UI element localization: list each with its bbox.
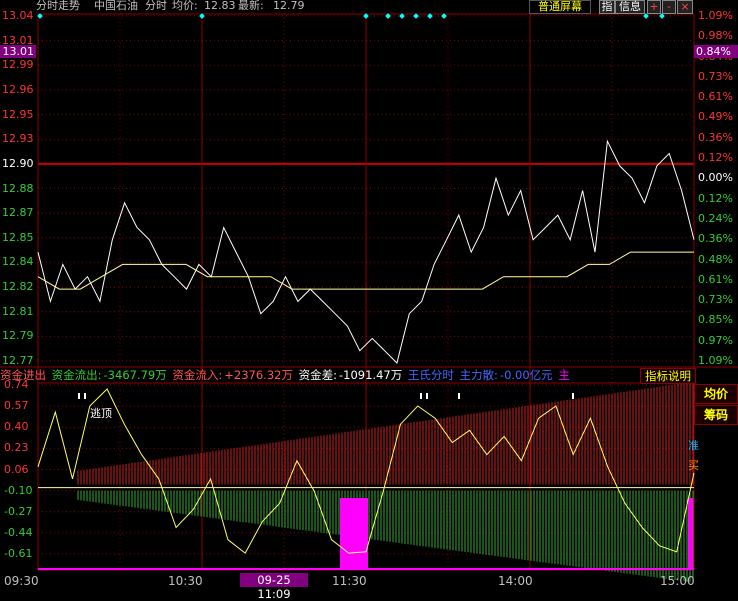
percent-tick-label: 0.61% xyxy=(698,272,733,286)
percent-tick-label: 0.97% xyxy=(698,333,733,347)
inflow-label: 资金流入: xyxy=(172,368,223,382)
indicator-tick-label: 0.06 xyxy=(4,462,29,476)
percent-tick-label: 1.09% xyxy=(698,9,733,22)
time-tick-label: 14:00 xyxy=(498,574,533,588)
indicator-tick-label: -0.10 xyxy=(4,483,33,497)
current-price-marker: 13.01 xyxy=(0,45,36,58)
price-tick-label: 12.95 xyxy=(2,107,34,121)
indicator-info-bar: 资金进出 资金流出: -3467.79万 资金流入: +2376.32万 资金差: -… xyxy=(0,368,640,382)
signal-tick-icon xyxy=(78,393,80,399)
percent-tick-label: 0.73% xyxy=(698,293,733,307)
indicator-tick-label: -0.27 xyxy=(4,504,33,518)
percent-tick-label: 0.49% xyxy=(698,110,733,124)
avg-price-label: 均价: xyxy=(172,0,198,12)
last-price-value: 12.79 xyxy=(273,0,305,12)
price-tick-label: 12.99 xyxy=(2,58,34,72)
indicator-toggle-button[interactable]: 指 xyxy=(599,0,615,14)
signal-tick-icon xyxy=(426,393,428,399)
indicator-tick-label: -0.44 xyxy=(4,525,33,539)
percent-tick-label: 0.12% xyxy=(698,151,733,165)
percent-tick-label: 0.12% xyxy=(698,191,733,205)
percent-tick-label: 0.73% xyxy=(698,69,733,83)
chip-button[interactable]: 筹码 xyxy=(694,405,738,425)
fund-diff-label: 资金差: xyxy=(298,368,338,382)
indicator-help-button[interactable]: 指标说明 xyxy=(640,368,696,384)
side-annotation-a: 准 xyxy=(688,439,699,452)
main-force-value: -0.00亿元 xyxy=(499,368,553,382)
time-tick-label: 11:30 xyxy=(332,574,367,588)
percent-tick-label: 0.00% xyxy=(698,171,733,185)
cursor-time-label: 09-25 11:09 xyxy=(240,573,308,601)
chart-canvas xyxy=(0,13,738,583)
price-tick-label: 12.87 xyxy=(2,206,34,220)
outflow-label: 资金流出: xyxy=(51,368,102,382)
price-tick-label: 12.82 xyxy=(2,280,34,294)
chart-period: 分时 xyxy=(145,0,167,12)
info-button[interactable]: 信息 xyxy=(615,0,645,14)
screen-mode-button[interactable]: 普通屏幕 xyxy=(529,0,591,14)
main-label: 主 xyxy=(558,368,570,382)
percent-tick-label: 1.09% xyxy=(698,354,733,367)
indicator-tick-label: 0.23 xyxy=(4,441,29,455)
price-tick-label: 12.85 xyxy=(2,230,34,244)
escape-top-annotation: 逃顶 xyxy=(90,407,112,420)
indicator-tick-label: 0.40 xyxy=(4,420,29,434)
zoom-in-button[interactable]: + xyxy=(647,0,661,14)
main-force-label: 主力散: xyxy=(459,368,498,382)
side-annotation-b: 买 xyxy=(688,459,699,472)
price-tick-label: 12.84 xyxy=(2,255,34,269)
price-tick-label: 12.77 xyxy=(2,354,34,367)
price-tick-label: 12.93 xyxy=(2,132,34,146)
indicator-tick-label: 0.57 xyxy=(4,399,29,413)
price-tick-label: 12.81 xyxy=(2,304,34,318)
chart-title: 分时走势 xyxy=(36,0,80,12)
inflow-value: +2376.32万 xyxy=(224,368,293,382)
signal-tick-icon xyxy=(572,393,574,399)
signal-tick-icon xyxy=(84,393,86,399)
last-price-label: 最新: xyxy=(238,0,264,12)
signal-tick-icon xyxy=(458,393,460,399)
outflow-value: -3467.79万 xyxy=(103,368,167,382)
indicator-tick-label: 0.74 xyxy=(4,378,29,391)
percent-tick-label: 0.85% xyxy=(698,313,733,327)
current-percent-marker: 0.84% xyxy=(694,45,738,58)
zoom-out-button[interactable]: - xyxy=(662,0,676,14)
close-button[interactable]: × xyxy=(677,0,693,14)
percent-tick-label: 0.98% xyxy=(698,29,733,43)
time-tick-label: 10:30 xyxy=(168,574,203,588)
percent-tick-label: 0.61% xyxy=(698,90,733,104)
price-tick-label: 12.79 xyxy=(2,329,34,343)
price-tick-label: 12.96 xyxy=(2,82,34,96)
main-force-block xyxy=(340,498,368,570)
fund-diff-value: -1091.47万 xyxy=(339,368,403,382)
signal-tick-icon xyxy=(420,393,422,399)
price-tick-label: 12.88 xyxy=(2,181,34,195)
percent-tick-label: 0.36% xyxy=(698,130,733,144)
avg-price-button[interactable]: 均价 xyxy=(694,384,738,404)
stock-name: 中国石油 xyxy=(94,0,138,12)
price-tick-label: 13.04 xyxy=(2,9,34,22)
wang-label: 王氏分时 xyxy=(407,368,454,382)
time-tick-label: 09:30 xyxy=(4,574,39,588)
time-tick-label: 15:00 xyxy=(660,574,695,588)
percent-tick-label: 0.36% xyxy=(698,232,733,246)
price-tick-label: 12.90 xyxy=(2,156,34,170)
percent-tick-label: 0.48% xyxy=(698,252,733,266)
avg-price-value: 12.83 xyxy=(204,0,236,12)
indicator-tick-label: -0.61 xyxy=(4,547,33,560)
percent-tick-label: 0.24% xyxy=(698,211,733,225)
main-force-block-end xyxy=(688,498,693,570)
